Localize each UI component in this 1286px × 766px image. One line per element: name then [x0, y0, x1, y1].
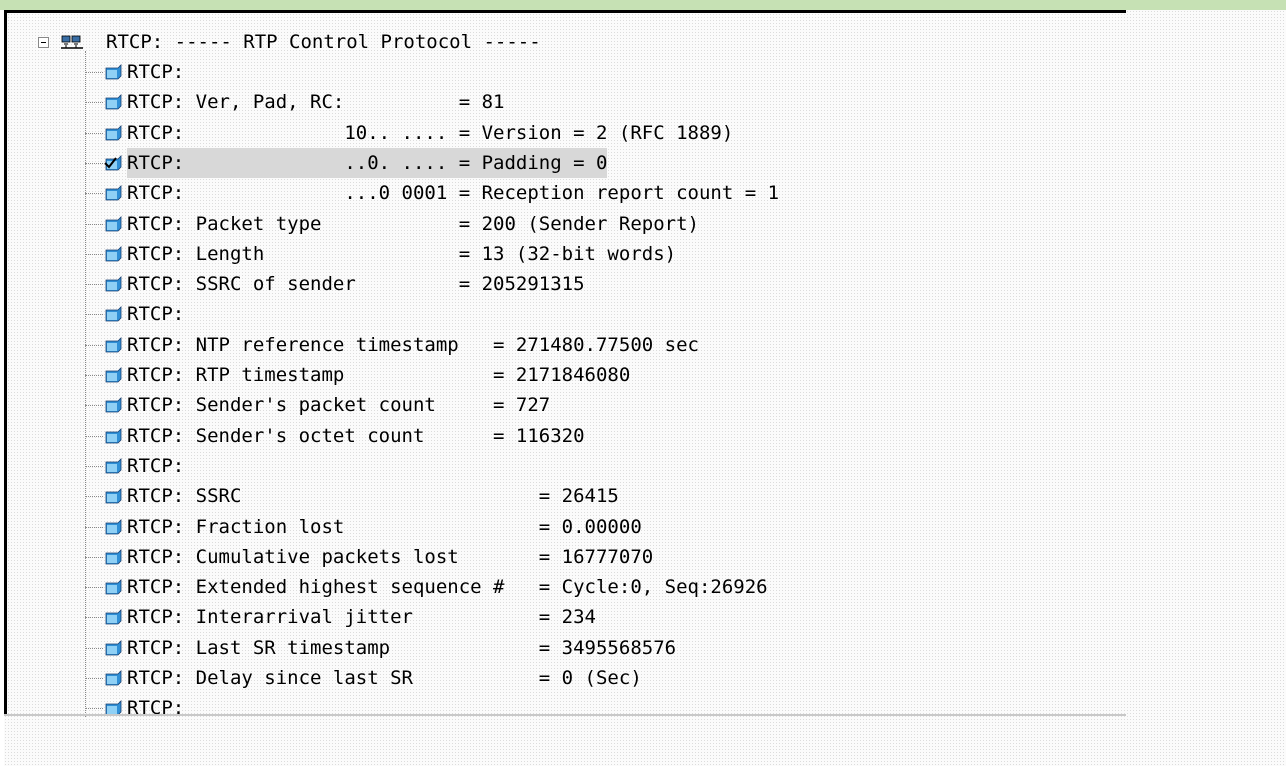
packet-field-icon	[105, 336, 122, 353]
collapse-icon[interactable]	[38, 37, 49, 48]
tree-connector	[85, 375, 103, 376]
tree-row-label: RTCP: Cumulative packets lost = 16777070	[127, 545, 654, 568]
tree-connector	[85, 102, 103, 104]
tree-row-label: RTCP: Sender's octet count = 116320	[127, 424, 585, 447]
packet-field-icon	[105, 609, 122, 625]
tree-connector	[85, 496, 103, 498]
tree-connector	[85, 587, 103, 589]
packet-field-icon	[105, 457, 122, 474]
title-strip	[0, 0, 1286, 10]
tree-row-label: RTCP:	[127, 61, 185, 83]
tree-connector	[85, 284, 103, 286]
packet-field-icon	[105, 579, 122, 595]
tree-row-label: RTCP: Extended highest sequence # = Cycl…	[127, 576, 768, 599]
tree-row-label: RTCP:	[127, 697, 185, 720]
tree-connector	[85, 132, 103, 134]
checked-field-icon	[104, 154, 122, 171]
tree-row-label: RTCP:	[127, 454, 185, 477]
tree-row-label: RTCP: Ver, Pad, RC: = 81	[127, 91, 505, 114]
packet-field-icon	[105, 367, 122, 383]
tree-row-label: RTCP: ..0. .... = Padding = 0	[127, 147, 608, 178]
tree-connector	[85, 314, 103, 316]
tree-row-label: RTCP: Interarrival jitter = 234	[127, 606, 596, 629]
tree-connector	[85, 193, 103, 195]
packet-field-icon	[105, 488, 122, 504]
tree-connector	[85, 223, 103, 225]
packet-detail-tree[interactable]: RTCP: ----- RTP Control Protocol ----- R…	[4, 10, 1126, 719]
tree-connector	[85, 617, 103, 619]
packet-field-icon	[105, 427, 122, 443]
packet-field-icon	[105, 245, 122, 262]
tree-connector	[85, 253, 103, 255]
tree-row-label: RTCP: SSRC of sender = 205291315	[127, 273, 585, 296]
tree-connector	[85, 556, 103, 558]
tree-row-label: RTCP:	[127, 303, 185, 326]
tree-connector	[85, 162, 103, 164]
tree-row-label: RTCP: Length = 13 (32-bit words)	[127, 242, 677, 265]
packet-field-icon	[105, 670, 122, 686]
packet-field-icon	[105, 548, 122, 565]
tree-connector	[85, 465, 103, 467]
tree-row-label: RTCP: 10.. .... = Version = 2 (RFC 1889)	[127, 121, 734, 144]
tree-row-label: RTCP: ...0 0001 = Reception report count…	[127, 182, 780, 205]
packet-field-icon	[105, 276, 122, 292]
packet-field-icon	[105, 215, 122, 231]
packet-field-icon	[105, 94, 122, 110]
packet-field-icon	[105, 185, 122, 201]
tree-root-label: RTCP: ----- RTP Control Protocol -----	[106, 31, 541, 53]
tree-row-label: RTCP: Packet type = 200 (Sender Report)	[127, 212, 699, 235]
tree-root-node[interactable]: RTCP: ----- RTP Control Protocol -----	[21, 27, 541, 57]
tree-connector	[85, 708, 103, 710]
tree-row-label: RTCP: SSRC = 26415	[127, 485, 619, 508]
tree-connector	[85, 647, 103, 649]
tree-row-label: RTCP: Delay since last SR = 0 (Sec)	[127, 667, 642, 689]
pane-bottom-border	[4, 714, 1126, 716]
tree-row-label: RTCP: NTP reference timestamp = 271480.7…	[127, 333, 699, 356]
packet-field-icon	[105, 518, 122, 534]
tree-row-label: RTCP: Sender's packet count = 727	[127, 394, 551, 417]
tree-connector	[85, 72, 103, 73]
packet-field-icon	[105, 124, 122, 140]
tree-connector	[85, 678, 103, 679]
tree-row-label: RTCP: Fraction lost = 0.00000	[127, 515, 642, 538]
tree-connector	[85, 435, 103, 437]
tree-row-label: RTCP: Last SR timestamp = 3495568576	[127, 636, 677, 659]
packet-field-icon	[105, 639, 122, 656]
tree-row-label: RTCP: RTP timestamp = 2171846080	[127, 364, 631, 386]
tree-connector	[85, 405, 103, 407]
packet-field-icon	[105, 64, 122, 80]
network-protocol-icon	[61, 35, 83, 49]
packet-field-icon	[105, 397, 122, 413]
tree-connector	[85, 344, 103, 346]
packet-field-icon	[105, 306, 122, 322]
tree-connector	[85, 526, 103, 528]
